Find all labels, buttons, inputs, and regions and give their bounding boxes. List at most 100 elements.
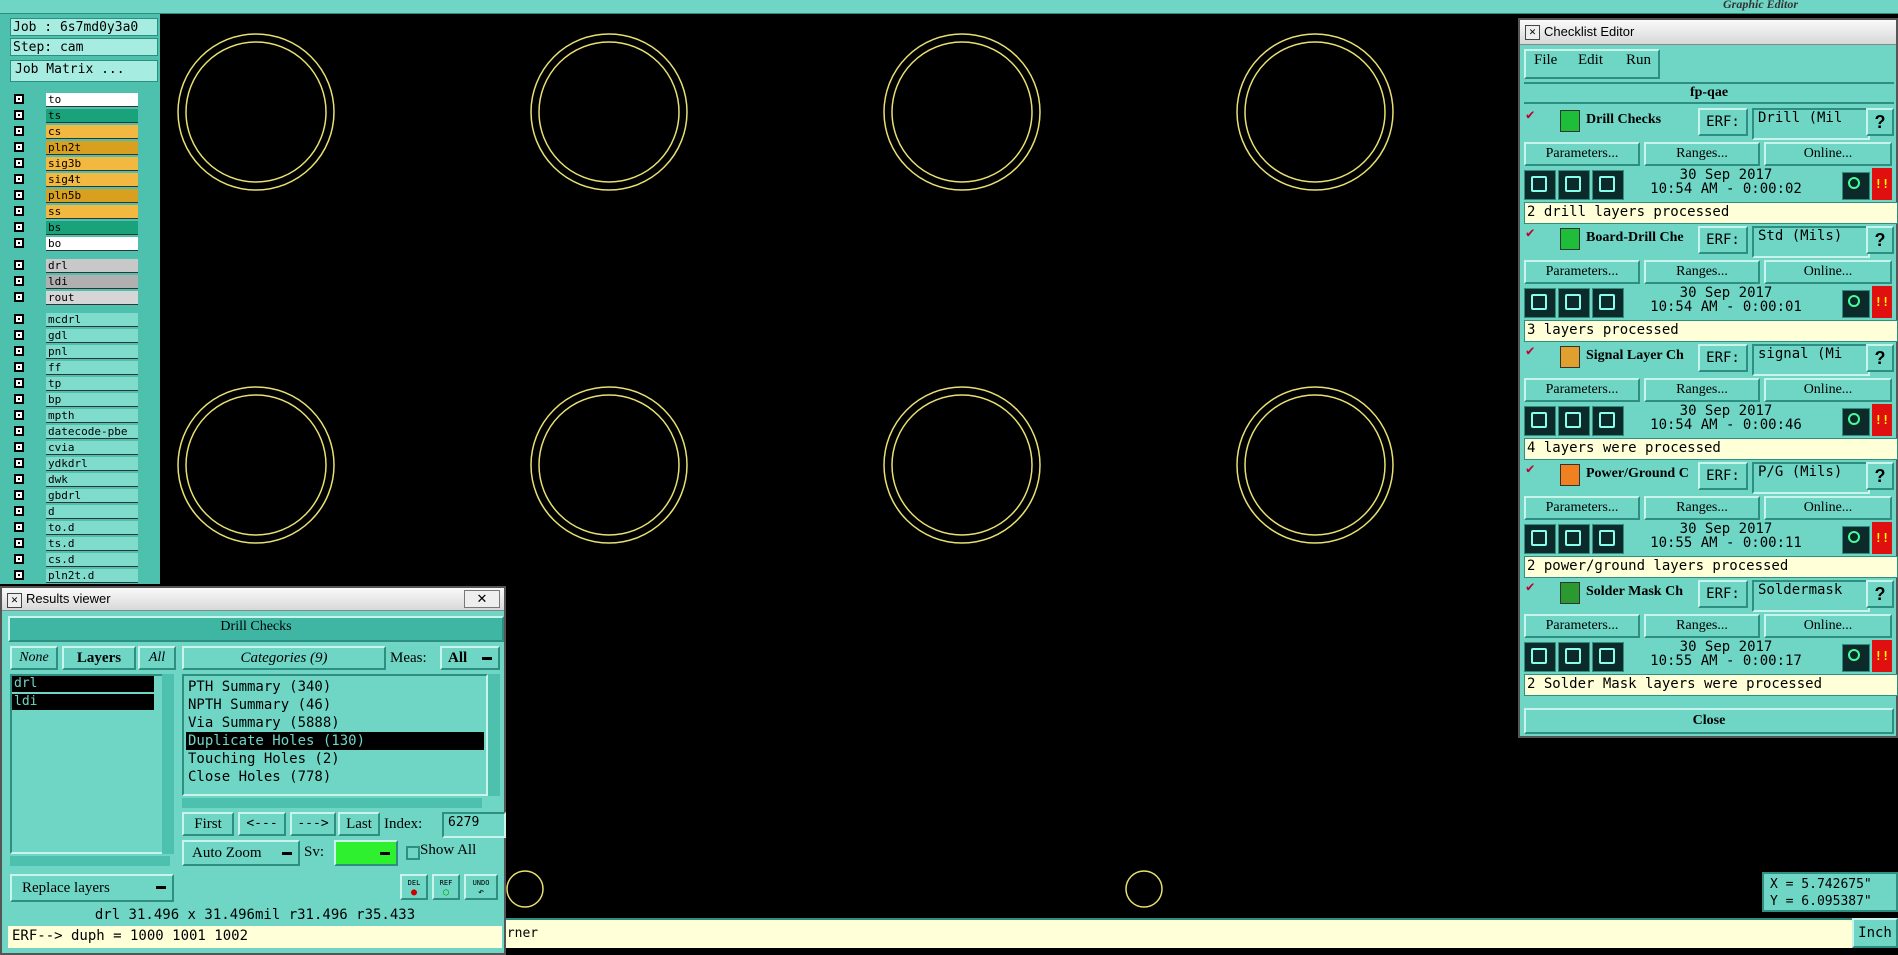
layer-name[interactable]: bs (46, 221, 138, 235)
layer-row-tp[interactable]: tp (10, 376, 138, 392)
layer-checkbox[interactable] (14, 238, 24, 248)
layer-row-mpth[interactable]: mpth (10, 408, 138, 424)
layer-name[interactable]: ss (46, 205, 138, 219)
layer-row-to[interactable]: to (10, 92, 138, 108)
alert-icon[interactable]: !! (1872, 286, 1892, 318)
help-button[interactable]: ? (1866, 462, 1894, 490)
help-button[interactable]: ? (1866, 108, 1894, 136)
close-button[interactable]: Close (1524, 708, 1894, 734)
alert-icon[interactable]: !! (1872, 522, 1892, 554)
layer-name[interactable]: bo (46, 237, 138, 251)
erf-button[interactable]: ERF: (1698, 344, 1748, 372)
layer-name[interactable]: dwk (46, 473, 138, 487)
menu-file[interactable]: File (1534, 49, 1557, 75)
layer-name[interactable]: mpth (46, 409, 138, 423)
layer-checkbox[interactable] (14, 190, 24, 200)
layer-row-pln2t.d[interactable]: pln2t.d (10, 568, 138, 584)
help-button[interactable]: ? (1866, 344, 1894, 372)
parameters-button[interactable]: Parameters... (1524, 142, 1640, 166)
layer-row-cs[interactable]: cs (10, 124, 138, 140)
layer-row-datecode-pbe[interactable]: datecode-pbe (10, 424, 138, 440)
layer-name[interactable]: sig4t (46, 173, 138, 187)
erf-button[interactable]: ERF: (1698, 580, 1748, 608)
online-button[interactable]: Online... (1764, 260, 1892, 284)
layer-checkbox[interactable] (14, 506, 24, 516)
layer-name[interactable]: to (46, 93, 138, 107)
show-all-checkbox[interactable] (406, 846, 420, 860)
category-item[interactable]: Duplicate Holes (130) (186, 732, 484, 750)
erf-value[interactable]: Drill (Mil (1752, 108, 1870, 140)
layer-checkbox[interactable] (14, 458, 24, 468)
layer-list-hscrollbar[interactable] (10, 856, 170, 866)
layer-checkbox[interactable] (14, 378, 24, 388)
first-button[interactable]: First (182, 812, 234, 836)
index-field[interactable]: 6279 (442, 812, 506, 838)
layer-checkbox[interactable] (14, 94, 24, 104)
layer-name[interactable]: cs (46, 125, 138, 139)
run-check-icon[interactable] (1592, 406, 1624, 436)
layer-name[interactable]: tp (46, 377, 138, 391)
layer-checkbox[interactable] (14, 314, 24, 324)
layer-row-bp[interactable]: bp (10, 392, 138, 408)
layer-name[interactable]: ts.d (46, 537, 138, 551)
alert-icon[interactable]: !! (1872, 640, 1892, 672)
layer-row-ff[interactable]: ff (10, 360, 138, 376)
help-button[interactable]: ? (1866, 226, 1894, 254)
layer-name[interactable]: pln5b (46, 189, 138, 203)
ranges-button[interactable]: Ranges... (1644, 378, 1760, 402)
menu-edit[interactable]: Edit (1578, 49, 1603, 75)
layer-name[interactable]: bp (46, 393, 138, 407)
layers-none-button[interactable]: None (10, 646, 58, 670)
layers-all-button[interactable]: All (138, 646, 176, 670)
category-item[interactable]: Via Summary (5888) (186, 714, 484, 732)
layer-name[interactable]: rout (46, 291, 138, 305)
layer-name[interactable]: cs.d (46, 553, 138, 567)
alert-icon[interactable]: !! (1872, 168, 1892, 200)
layer-name[interactable]: ydkdrl (46, 457, 138, 471)
layer-checkbox[interactable] (14, 538, 24, 548)
online-button[interactable]: Online... (1764, 496, 1892, 520)
layer-results-list[interactable]: drl ldi (10, 674, 170, 854)
layer-checkbox[interactable] (14, 442, 24, 452)
alert-icon[interactable]: !! (1872, 404, 1892, 436)
check-mark-icon[interactable]: ✔ (1526, 580, 1540, 594)
layer-name[interactable]: ts (46, 109, 138, 123)
layer-checkbox[interactable] (14, 490, 24, 500)
layer-row-d[interactable]: d (10, 504, 138, 520)
layer-list-scrollbar[interactable] (162, 674, 174, 854)
run-check-icon[interactable] (1524, 642, 1556, 672)
layer-checkbox[interactable] (14, 346, 24, 356)
layer-row-pln5b[interactable]: pln5b (10, 188, 138, 204)
layer-checkbox[interactable] (14, 260, 24, 270)
layer-row-rout[interactable]: rout (10, 290, 138, 306)
checklist-titlebar[interactable]: ✕ Checklist Editor (1520, 20, 1896, 45)
zoom-icon[interactable] (1842, 644, 1870, 672)
layer-row-gbdrl[interactable]: gbdrl (10, 488, 138, 504)
layer-row-cs.d[interactable]: cs.d (10, 552, 138, 568)
layer-checkbox[interactable] (14, 394, 24, 404)
layer-checkbox[interactable] (14, 174, 24, 184)
layer-checkbox[interactable] (14, 522, 24, 532)
layer-row-sig4t[interactable]: sig4t (10, 172, 138, 188)
list-item[interactable]: drl (12, 676, 154, 692)
categories-scrollbar[interactable] (488, 674, 500, 796)
layer-name[interactable]: pln2t (46, 141, 138, 155)
layer-checkbox[interactable] (14, 410, 24, 420)
parameters-button[interactable]: Parameters... (1524, 260, 1640, 284)
ranges-button[interactable]: Ranges... (1644, 142, 1760, 166)
layer-checkbox[interactable] (14, 142, 24, 152)
zoom-icon[interactable] (1842, 290, 1870, 318)
layer-row-cvia[interactable]: cvia (10, 440, 138, 456)
zoom-icon[interactable] (1842, 526, 1870, 554)
ranges-button[interactable]: Ranges... (1644, 260, 1760, 284)
layer-row-ss[interactable]: ss (10, 204, 138, 220)
results-titlebar[interactable]: ✕ Results viewer ✕ (2, 588, 504, 611)
run-check-icon[interactable] (1558, 406, 1590, 436)
erf-button[interactable]: ERF: (1698, 226, 1748, 254)
unit-button[interactable]: Inch (1852, 918, 1898, 948)
layer-checkbox[interactable] (14, 206, 24, 216)
category-item[interactable]: Close Holes (778) (186, 768, 484, 786)
run-check-icon[interactable] (1558, 170, 1590, 200)
ranges-button[interactable]: Ranges... (1644, 614, 1760, 638)
erf-value[interactable]: Std (Mils) (1752, 226, 1870, 258)
